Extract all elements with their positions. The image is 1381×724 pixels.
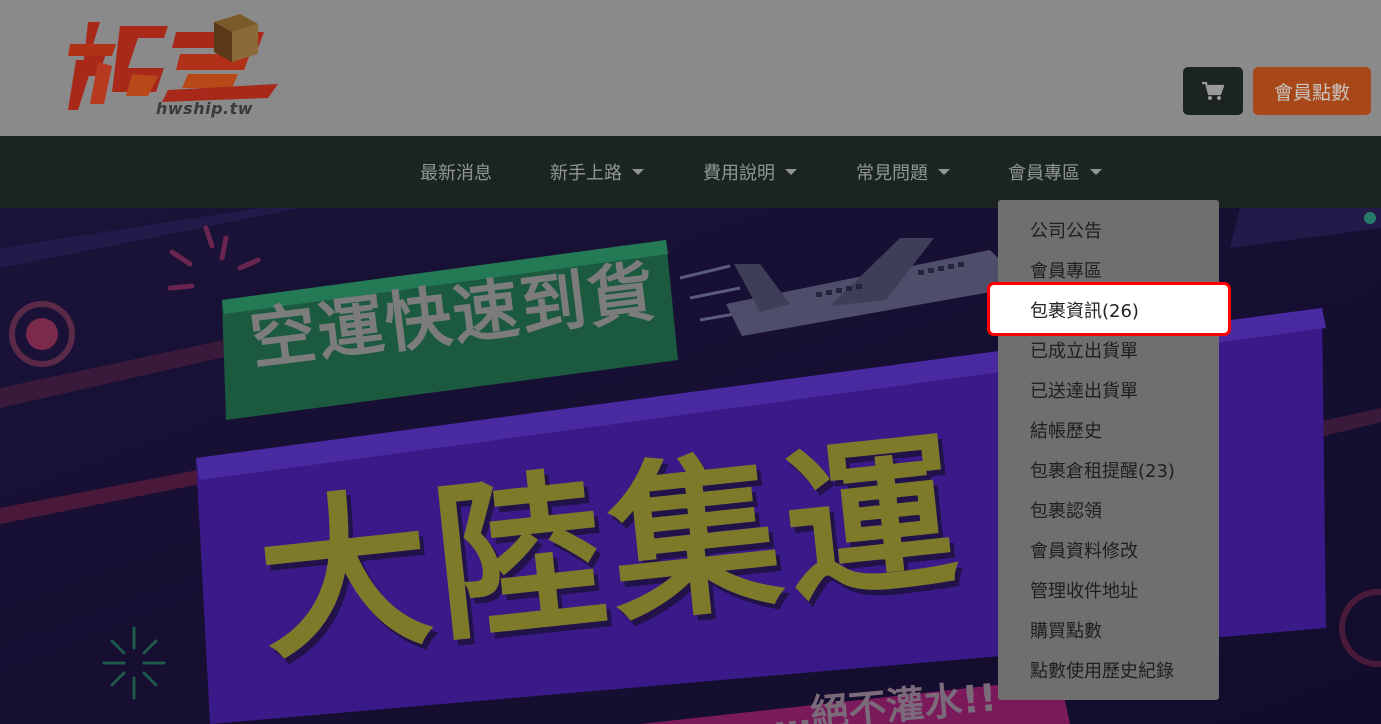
- member-points-button[interactable]: 會員點數: [1253, 67, 1371, 115]
- member-area-dropdown: 公司公告 會員專區 已成立出貨單 已送達出貨單 結帳歷史 包裹倉租提醒(23) …: [998, 200, 1219, 700]
- nav-item-faq[interactable]: 常見問題: [856, 136, 950, 208]
- nav-item-label: 費用說明: [703, 163, 775, 184]
- nav-item-getting-started[interactable]: 新手上路: [550, 136, 644, 208]
- dropdown-item-buy-points[interactable]: 購買點數: [1030, 610, 1102, 650]
- dropdown-item-points-history[interactable]: 點數使用歷史紀錄: [1030, 650, 1174, 690]
- nav-item-fees[interactable]: 費用說明: [703, 136, 797, 208]
- logo-domain-text: hwship.tw: [156, 99, 254, 118]
- dropdown-item-shipments-delivered[interactable]: 已送達出貨單: [1030, 370, 1138, 410]
- caret-down-icon: [632, 169, 644, 175]
- nav-item-label: 常見問題: [856, 163, 928, 184]
- dropdown-item-manage-addresses[interactable]: 管理收件地址: [1030, 570, 1138, 610]
- dropdown-item-package-info[interactable]: 包裹資訊(26): [1030, 290, 1139, 330]
- dropdown-item-package-claim[interactable]: 包裹認領: [1030, 490, 1102, 530]
- nav-item-news[interactable]: 最新消息: [420, 136, 492, 208]
- caret-down-icon: [938, 169, 950, 175]
- nav-item-label: 會員專區: [1008, 163, 1080, 184]
- main-nav: 最新消息 新手上路 費用說明 常見問題 會員專區: [0, 136, 1381, 208]
- shopping-cart-icon: [1202, 81, 1224, 100]
- dropdown-item-billing-history[interactable]: 結帳歷史: [1030, 410, 1102, 450]
- site-logo[interactable]: hwship.tw: [68, 14, 282, 118]
- nav-item-label: 新手上路: [550, 163, 622, 184]
- dropdown-item-storage-reminder[interactable]: 包裹倉租提醒(23): [1030, 450, 1175, 490]
- caret-down-icon: [1090, 169, 1102, 175]
- cart-button[interactable]: [1183, 67, 1243, 115]
- caret-down-icon: [785, 169, 797, 175]
- dropdown-item-edit-profile[interactable]: 會員資料修改: [1030, 530, 1138, 570]
- nav-item-label: 最新消息: [420, 163, 492, 184]
- site-header: hwship.tw 會員點數: [0, 0, 1381, 136]
- dropdown-item-shipments-created[interactable]: 已成立出貨單: [1030, 330, 1138, 370]
- dropdown-item-announcements[interactable]: 公司公告: [1030, 210, 1102, 250]
- nav-item-member-area[interactable]: 會員專區: [1008, 136, 1102, 208]
